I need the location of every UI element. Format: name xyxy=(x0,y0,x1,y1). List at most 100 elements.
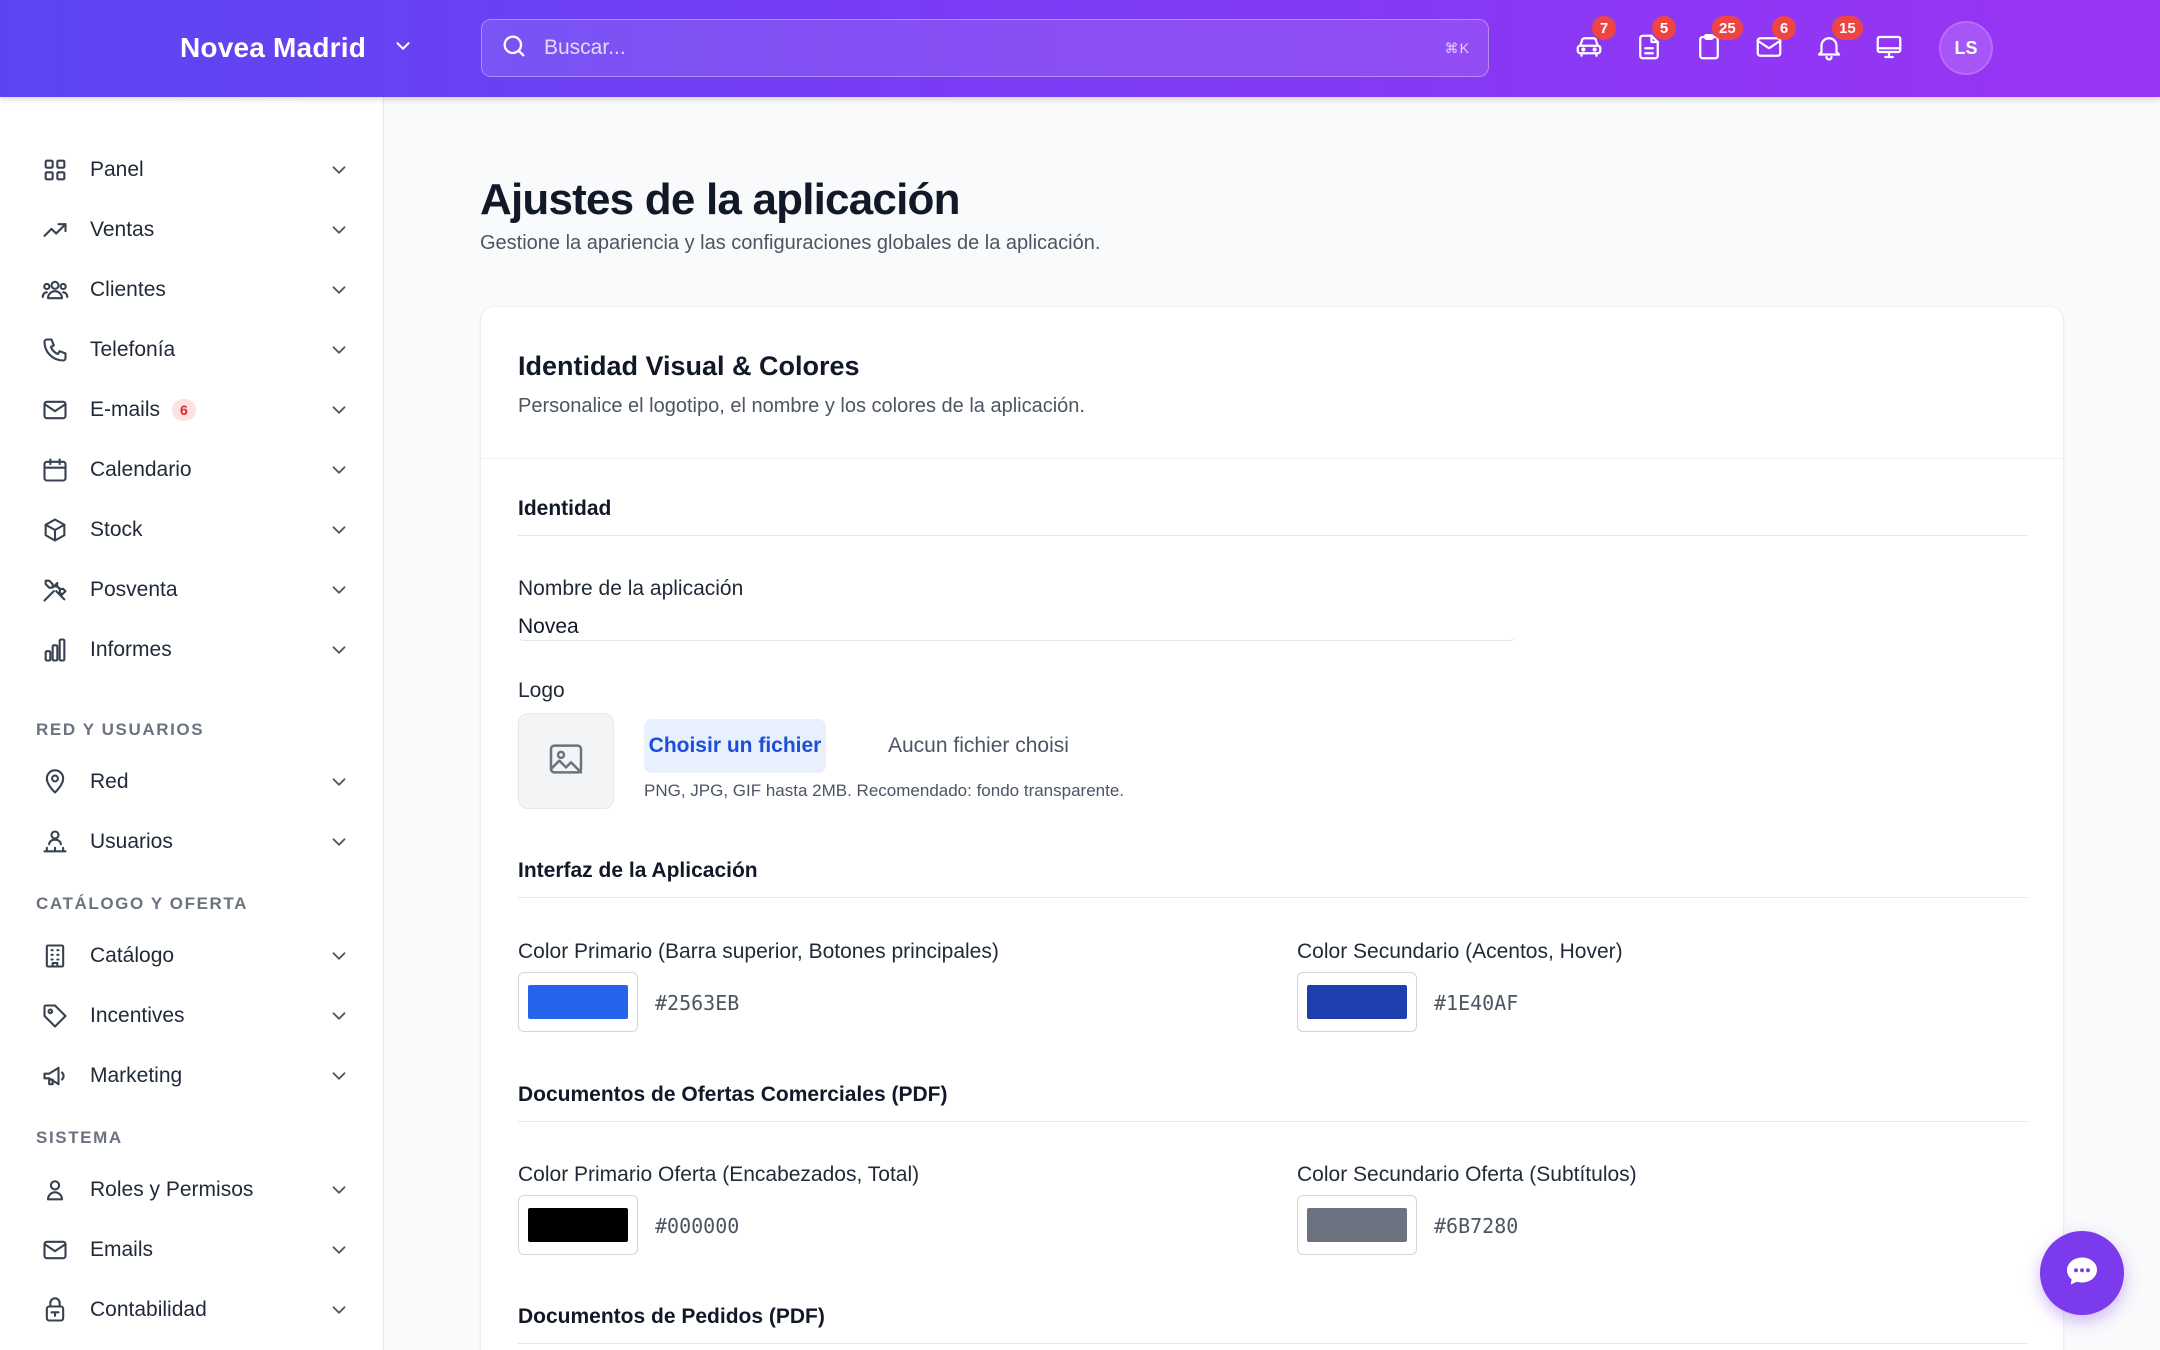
tasks-button[interactable]: 25 xyxy=(1694,16,1743,66)
messages-button[interactable]: 6 xyxy=(1754,16,1796,66)
sidebar-item-ventas[interactable]: Ventas xyxy=(40,205,350,255)
page-title: Ajustes de la aplicación xyxy=(480,175,960,224)
sidebar-item-posventa[interactable]: Posventa xyxy=(40,565,350,615)
notification-badge: 25 xyxy=(1712,16,1743,40)
sidebar-item-clientes[interactable]: Clientes xyxy=(40,265,350,315)
app-name-input[interactable] xyxy=(518,613,1516,641)
chevron-down-icon xyxy=(328,399,350,421)
offer-primary-color-label: Color Primario Oferta (Encabezados, Tota… xyxy=(518,1163,920,1186)
color-swatch xyxy=(528,1208,628,1242)
primary-color-picker[interactable] xyxy=(518,972,638,1032)
sidebar-item-emails-system[interactable]: Emails xyxy=(40,1225,350,1275)
offer-secondary-color-picker[interactable] xyxy=(1297,1195,1417,1255)
chevron-down-icon xyxy=(328,1065,350,1087)
tag-icon xyxy=(40,1001,70,1031)
chevron-down-icon xyxy=(328,459,350,481)
chevron-down-icon xyxy=(328,579,350,601)
offer-primary-color-picker[interactable] xyxy=(518,1195,638,1255)
secondary-color-picker[interactable] xyxy=(1297,972,1417,1032)
brand-name: Novea Madrid xyxy=(180,32,366,63)
section-heading-interface: Interfaz de la Aplicación xyxy=(518,859,2027,898)
card-title: Identidad Visual & Colores xyxy=(518,351,860,381)
sidebar-item-incentives[interactable]: Incentives xyxy=(40,991,350,1041)
chevron-down-icon xyxy=(328,1005,350,1027)
notifications-button[interactable]: 15 xyxy=(1814,16,1863,66)
color-swatch xyxy=(1307,1208,1407,1242)
chevron-down-icon xyxy=(328,1299,350,1321)
sidebar-item-label: Usuarios xyxy=(90,830,173,853)
settings-card: Identidad Visual & Colores Personalice e… xyxy=(480,306,2064,1350)
logo-label: Logo xyxy=(518,679,565,702)
chevron-down-icon xyxy=(328,519,350,541)
mail-icon xyxy=(1754,37,1784,66)
top-bar: Novea Madrid ⌘K 7 5 25 6 xyxy=(0,0,2160,97)
search-bar[interactable]: ⌘K xyxy=(481,19,1489,77)
sidebar-item-label: Emails xyxy=(90,1238,154,1261)
bell-icon xyxy=(1814,37,1844,66)
secondary-color-label: Color Secundario (Acentos, Hover) xyxy=(1297,940,1623,963)
sidebar-section-title: SISTEMA xyxy=(36,1128,123,1147)
trending-up-icon xyxy=(40,215,70,245)
page-subtitle: Gestione la apariencia y las configuraci… xyxy=(480,232,1101,254)
section-heading-orders: Documentos de Pedidos (PDF) xyxy=(518,1305,2027,1344)
chevron-down-icon xyxy=(328,219,350,241)
bar-chart-icon xyxy=(40,635,70,665)
chevron-down-icon xyxy=(328,1179,350,1201)
sidebar-item-label: Clientes xyxy=(90,278,166,301)
chevron-down-icon xyxy=(328,279,350,301)
primary-color-value: #2563EB xyxy=(655,991,740,1015)
sidebar-item-emails[interactable]: E-mails 6 xyxy=(40,385,350,435)
vehicles-button[interactable]: 7 xyxy=(1574,16,1616,66)
file-status: Aucun fichier choisi xyxy=(888,734,1069,757)
chevron-down-icon xyxy=(328,1239,350,1261)
chevron-down-icon xyxy=(328,339,350,361)
sidebar-item-label: Marketing xyxy=(90,1064,183,1087)
search-icon xyxy=(500,32,528,65)
sidebar-item-stock[interactable]: Stock xyxy=(40,505,350,555)
sidebar-item-label: E-mails xyxy=(90,398,161,421)
app-name-label: Nombre de la aplicación xyxy=(518,577,744,600)
sidebar-item-label: Catálogo xyxy=(90,944,175,967)
search-input[interactable] xyxy=(544,36,1445,60)
sidebar-item-panel[interactable]: Panel xyxy=(40,145,350,195)
chevron-down-icon xyxy=(328,159,350,181)
search-shortcut: ⌘K xyxy=(1444,39,1470,56)
document-icon xyxy=(1634,34,1664,66)
sidebar-item-label: Stock xyxy=(90,518,143,541)
documents-button[interactable]: 5 xyxy=(1634,16,1676,66)
sidebar-item-usuarios[interactable]: Usuarios xyxy=(40,817,350,867)
clipboard-icon xyxy=(1694,34,1724,66)
offer-primary-color-value: #000000 xyxy=(655,1214,740,1238)
car-icon xyxy=(1574,37,1604,66)
sidebar-item-informes[interactable]: Informes xyxy=(40,625,350,675)
org-switcher[interactable]: Novea Madrid xyxy=(180,28,414,68)
sidebar-item-label: Posventa xyxy=(90,578,178,601)
sidebar-item-calendario[interactable]: Calendario xyxy=(40,445,350,495)
chevron-down-icon xyxy=(328,771,350,793)
sidebar-item-marketing[interactable]: Marketing xyxy=(40,1051,350,1101)
sidebar-item-red[interactable]: Red xyxy=(40,757,350,807)
sidebar-item-catalogo[interactable]: Catálogo xyxy=(40,931,350,981)
sidebar-item-telefonia[interactable]: Telefonía xyxy=(40,325,350,375)
calendar-icon xyxy=(40,455,70,485)
display-button[interactable] xyxy=(1874,32,1906,64)
megaphone-icon xyxy=(40,1061,70,1091)
sidebar-item-roles-permisos[interactable]: Roles y Permisos xyxy=(40,1165,350,1215)
sidebar-item-contabilidad[interactable]: Contabilidad xyxy=(40,1285,350,1335)
primary-color-label: Color Primario (Barra superior, Botones … xyxy=(518,940,999,963)
color-swatch xyxy=(528,985,628,1019)
building-icon xyxy=(40,941,70,971)
chat-button[interactable] xyxy=(2040,1231,2124,1315)
chevron-down-icon xyxy=(328,639,350,661)
sidebar-item-label: Telefonía xyxy=(90,338,176,361)
avatar[interactable]: LS xyxy=(1939,21,1993,75)
chat-bubble-icon xyxy=(2064,1253,2100,1294)
sidebar-item-label: Informes xyxy=(90,638,172,661)
grid-icon xyxy=(40,155,70,185)
choose-file-button[interactable]: Choisir un fichier xyxy=(644,719,826,773)
mail-icon xyxy=(40,395,70,425)
sidebar-item-label: Contabilidad xyxy=(90,1298,207,1321)
user-icon xyxy=(40,1175,70,1205)
card-header: Identidad Visual & Colores Personalice e… xyxy=(481,307,2063,459)
color-swatch xyxy=(1307,985,1407,1019)
